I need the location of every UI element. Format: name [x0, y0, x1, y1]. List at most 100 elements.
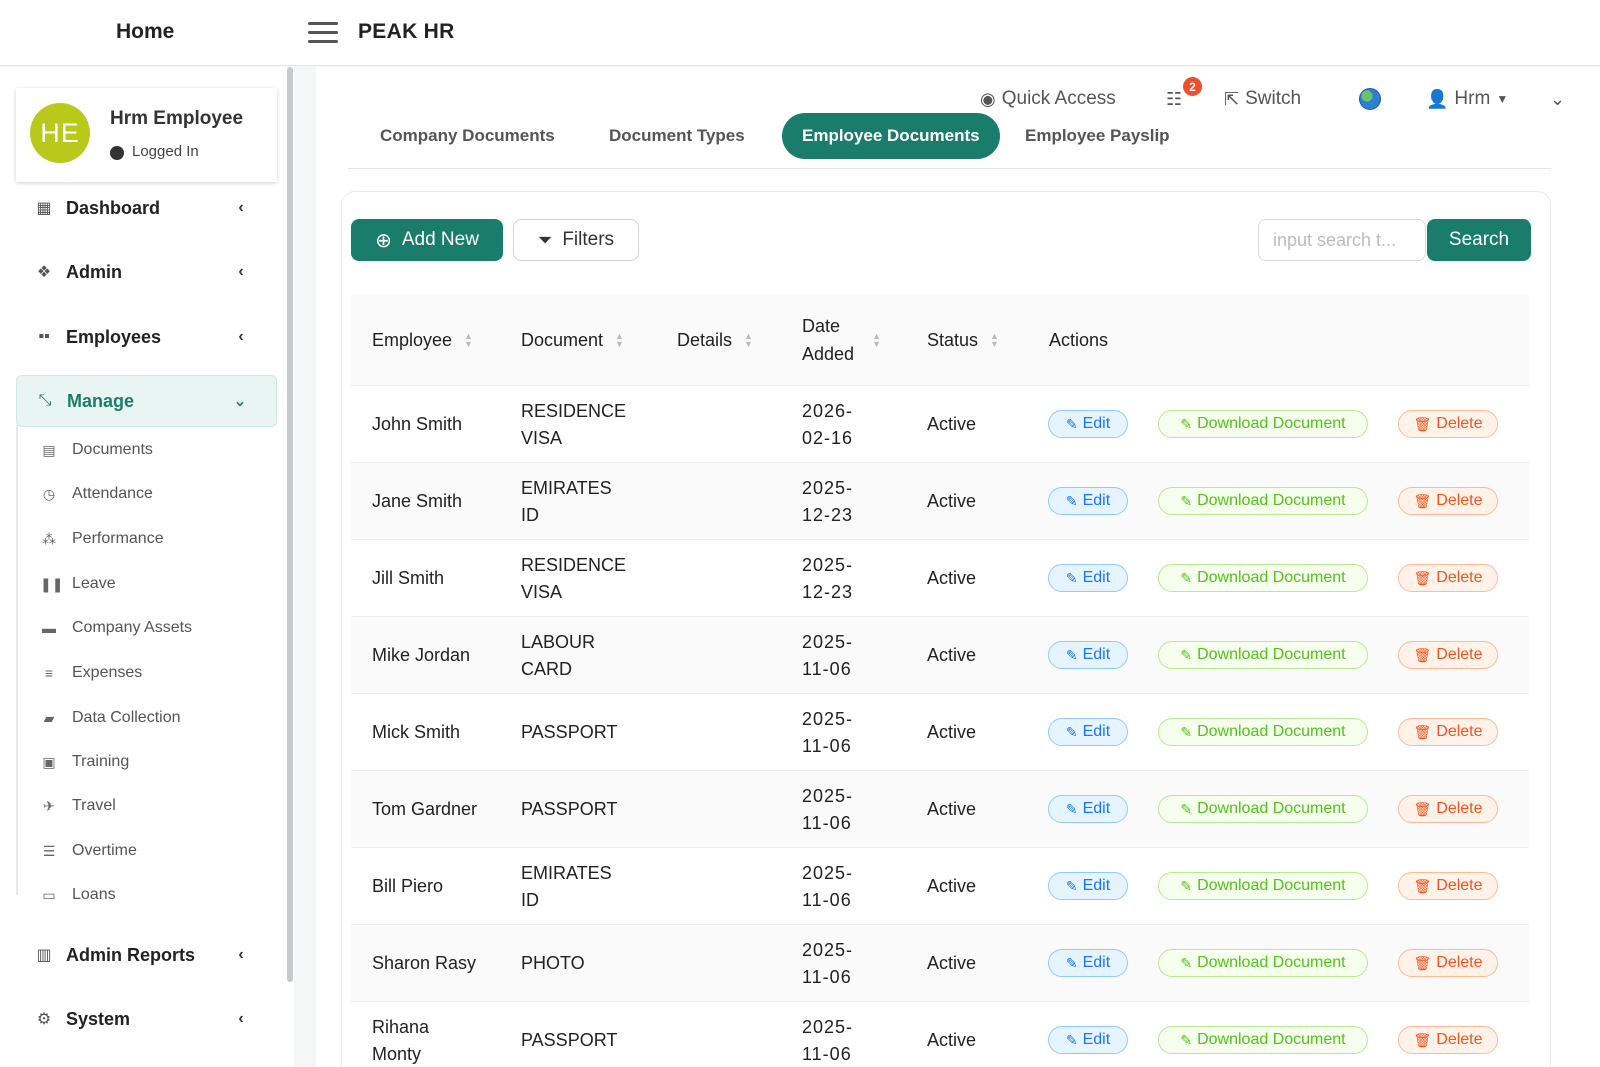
edit-button[interactable]: ✎ Edit — [1048, 564, 1128, 592]
download-document-button[interactable]: ✎ Download Document — [1158, 795, 1368, 823]
sidebar-gutter — [294, 67, 316, 1067]
tab-employee-payslip[interactable]: Employee Payslip — [1005, 113, 1190, 159]
sidebar-subitem-travel[interactable]: ✈ Travel — [40, 788, 116, 824]
sort-icon[interactable]: ▲ ▼ — [872, 332, 881, 349]
search-button[interactable]: Search — [1427, 219, 1531, 261]
download-document-button[interactable]: ✎ Download Document — [1158, 641, 1368, 669]
download-document-button[interactable]: ✎ Download Document — [1158, 487, 1368, 515]
globe-icon[interactable] — [1359, 88, 1381, 110]
sidebar-item-label: Manage — [67, 390, 135, 411]
edit-button[interactable]: ✎ Edit — [1048, 1026, 1128, 1054]
sidebar-subitem-label: Overtime — [72, 842, 137, 859]
sidebar-subitem-attendance[interactable]: ◷ Attendance — [40, 476, 153, 512]
delete-button[interactable]: 🗑 Delete — [1398, 795, 1498, 823]
tab-employee-documents[interactable]: Employee Documents — [782, 113, 1000, 159]
column-header-date-added[interactable]: Date Added ▲ ▼ — [802, 294, 881, 386]
sidebar-item-dashboard[interactable]: ▦ Dashboard ‹ — [16, 182, 277, 234]
chevron-left-icon: ‹ — [238, 263, 244, 280]
home-link[interactable]: Home — [116, 20, 174, 44]
delete-button[interactable]: 🗑 Delete — [1398, 718, 1498, 746]
chevron-left-icon: ‹ — [238, 946, 244, 963]
quick-access-button[interactable]: ◉ Quick Access — [980, 84, 1116, 114]
sort-icon[interactable]: ▲ ▼ — [615, 332, 624, 349]
hamburger-menu-icon[interactable] — [308, 22, 338, 44]
sidebar-subitem-overtime[interactable]: ☰ Overtime — [40, 833, 137, 869]
sidebar-item-manage[interactable]: ⤡ Manage ⌄ — [16, 375, 277, 427]
add-new-label: Add New — [401, 229, 479, 250]
delete-button[interactable]: 🗑 Delete — [1398, 487, 1498, 515]
tab-company-documents[interactable]: Company Documents — [360, 113, 575, 159]
sidebar-subitem-data-collection[interactable]: ▰ Data Collection — [40, 700, 181, 736]
sort-icon[interactable]: ▲ ▼ — [464, 332, 473, 349]
download-document-button[interactable]: ✎ Download Document — [1158, 872, 1368, 900]
download-document-button[interactable]: ✎ Download Document — [1158, 1026, 1368, 1054]
cell-employee: Jane Smith — [372, 491, 463, 511]
sidebar-subitem-leave[interactable]: ❚❚ Leave — [40, 566, 116, 602]
edit-button[interactable]: ✎ Edit — [1048, 641, 1128, 669]
edit-button[interactable]: ✎ Edit — [1048, 872, 1128, 900]
sidebar-item-admin[interactable]: ❖ Admin ‹ — [16, 246, 277, 298]
filter-icon: ⏷ — [537, 229, 553, 250]
sidebar-subitem-loans[interactable]: ▭ Loans — [40, 877, 115, 913]
sidebar-item-employees[interactable]: ▪▪ Employees ‹ — [16, 311, 277, 363]
sidebar-scrollbar[interactable] — [287, 67, 293, 982]
column-header-details[interactable]: Details ▲ ▼ — [677, 294, 753, 386]
sidebar-item-label: System — [66, 1008, 131, 1029]
avatar[interactable]: HE — [30, 103, 90, 163]
edit-button[interactable]: ✎ Edit — [1048, 795, 1128, 823]
column-header-document[interactable]: Document ▲ ▼ — [521, 294, 624, 386]
delete-button[interactable]: 🗑 Delete — [1398, 641, 1498, 669]
plus-circle-icon: ⊕ — [375, 229, 392, 252]
sidebar-subitem-label: Data Collection — [72, 709, 181, 726]
delete-button[interactable]: 🗑 Delete — [1398, 872, 1498, 900]
sidebar-subitem-performance[interactable]: ⁂ Performance — [40, 521, 164, 557]
cell-document: EMIRATES ID — [521, 477, 612, 525]
table-row: Mick Smith PASSPORT 2025- 11-06 Active ✎ E… — [351, 694, 1529, 771]
cell-employee: Jill Smith — [372, 568, 445, 588]
download-document-button[interactable]: ✎ Download Document — [1158, 949, 1368, 977]
switch-button[interactable]: ⇱ Switch — [1224, 84, 1301, 114]
cell-document: EMIRATES ID — [521, 862, 612, 910]
cell-employee: John Smith — [372, 414, 463, 434]
edit-button[interactable]: ✎ Edit — [1048, 949, 1128, 977]
edit-button[interactable]: ✎ Edit — [1048, 410, 1128, 438]
sidebar-subitem-label: Attendance — [72, 485, 153, 502]
edit-icon: ✎ — [1180, 954, 1193, 971]
sort-icon[interactable]: ▲ ▼ — [990, 332, 999, 349]
sidebar-subitem-company-assets[interactable]: ▬ Company Assets — [40, 610, 192, 646]
user-menu[interactable]: 👤 Hrm ▼ — [1426, 84, 1508, 114]
delete-button[interactable]: 🗑 Delete — [1398, 410, 1498, 438]
sidebar-subitem-expenses[interactable]: ≡ Expenses — [40, 655, 142, 691]
delete-button[interactable]: 🗑 Delete — [1398, 949, 1498, 977]
table-header: Employee ▲ ▼ Document ▲ ▼ Details ▲ ▼ Date … — [351, 294, 1529, 386]
filters-button[interactable]: ⏷ Filters — [513, 219, 639, 261]
add-new-button[interactable]: ⊕ Add New — [351, 219, 503, 261]
column-header-employee[interactable]: Employee ▲ ▼ — [372, 294, 473, 386]
network-icon: ⁂ — [42, 530, 56, 547]
download-document-button[interactable]: ✎ Download Document — [1158, 564, 1368, 592]
sort-icon[interactable]: ▲ ▼ — [744, 332, 753, 349]
trash-icon: 🗑 — [1413, 954, 1432, 971]
edit-button[interactable]: ✎ Edit — [1048, 487, 1128, 515]
delete-button[interactable]: 🗑 Delete — [1398, 1026, 1498, 1054]
tab-document-types[interactable]: Document Types — [589, 113, 765, 159]
search-input[interactable] — [1258, 219, 1426, 261]
download-document-button[interactable]: ✎ Download Document — [1158, 410, 1368, 438]
clock-icon: ◷ — [42, 485, 56, 502]
edit-button[interactable]: ✎ Edit — [1048, 718, 1128, 746]
tabs-bar: Company Documents Document Types Employe… — [348, 113, 1551, 169]
sidebar-subitem-training[interactable]: ▣ Training — [40, 744, 129, 780]
sidebar-item-system[interactable]: ⚙ System ‹ — [16, 993, 277, 1045]
sidebar-subitem-documents[interactable]: ▤ Documents — [40, 432, 153, 468]
cell-status: Active — [927, 568, 977, 588]
download-document-button[interactable]: ✎ Download Document — [1158, 718, 1368, 746]
expand-chevron[interactable]: ⌄ — [1550, 84, 1571, 114]
cell-date: 2025- 11-06 — [802, 631, 854, 679]
align-icon: ☰ — [42, 842, 56, 859]
delete-button[interactable]: 🗑 Delete — [1398, 564, 1498, 592]
column-header-status[interactable]: Status ▲ ▼ — [927, 294, 999, 386]
sidebar-item-admin-reports[interactable]: ▥ Admin Reports ‹ — [16, 929, 277, 981]
submenu-guide-line — [16, 425, 18, 895]
cell-employee: Tom Gardner — [372, 799, 478, 819]
edit-icon: ✎ — [1065, 492, 1078, 509]
